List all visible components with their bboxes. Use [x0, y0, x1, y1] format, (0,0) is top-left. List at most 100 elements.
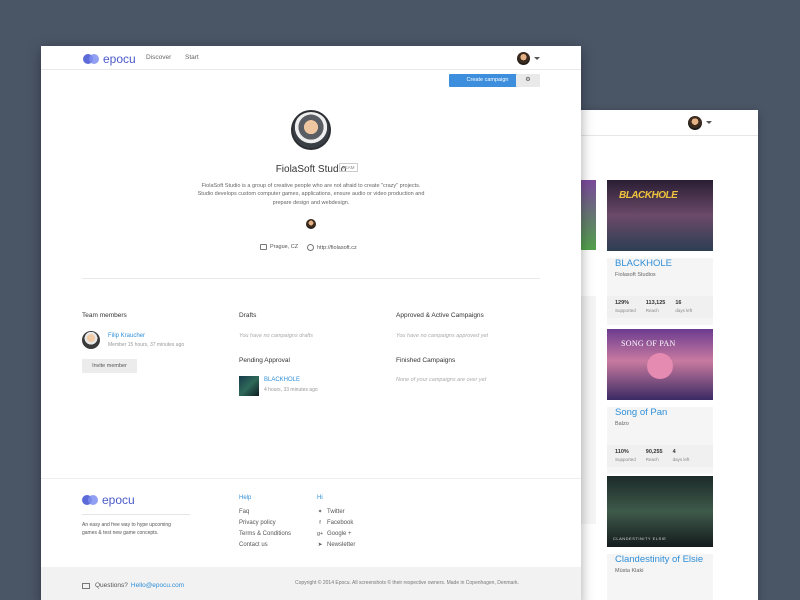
stat-label: Reach	[645, 308, 659, 313]
hi-title: Hi	[317, 495, 323, 501]
footer-logo-text: epocu	[102, 493, 135, 507]
campaign-image: BLACKHOLE	[607, 180, 713, 251]
bio-line: FiolaSoft Studio is a group of creative …	[201, 183, 421, 189]
logo-text: epocu	[103, 52, 136, 66]
user-avatar[interactable]	[517, 52, 530, 65]
member-name[interactable]: Filip Kraucher	[108, 333, 145, 339]
caret-down-icon[interactable]	[534, 57, 540, 60]
main-window: epocu Discover Start Create campaign ⚙ F…	[41, 46, 581, 600]
send-icon: ➤	[317, 542, 323, 548]
campaign-image: SONG OF PAN	[607, 329, 713, 400]
invite-member-button[interactable]: Invite member	[82, 359, 137, 373]
map-icon	[260, 244, 267, 250]
mail-icon	[82, 582, 90, 589]
bio-line: prepare design and webdesign.	[272, 199, 350, 206]
contact-email-link[interactable]: Hello@epocu.com	[131, 582, 184, 589]
settings-button[interactable]: ⚙	[516, 74, 540, 87]
team-members-title: Team members	[82, 312, 127, 319]
campaign-title[interactable]: Clandestinity of Elsie	[615, 554, 713, 565]
stat-value: 129%	[615, 300, 630, 306]
stat-label: Supported	[615, 457, 636, 462]
footer-description: An easy and free way to hype upcoming ga…	[82, 521, 171, 537]
questions-label: Questions?	[95, 582, 128, 589]
footer-divider	[82, 514, 190, 515]
twitter-link[interactable]: ✦ Twitter	[317, 509, 345, 515]
stat-value: 90,255	[645, 449, 663, 455]
facebook-label: Facebook	[327, 520, 354, 526]
campaign-studio: Balzo	[615, 421, 629, 427]
help-title: Help	[239, 495, 252, 501]
stat-value: 4	[672, 449, 676, 455]
faq-link[interactable]: Faq	[239, 509, 249, 515]
twitter-icon: ✦	[317, 509, 323, 515]
pending-campaign-title[interactable]: BLACKHOLE	[264, 377, 300, 383]
drafts-title: Drafts	[239, 312, 257, 319]
campaign-card[interactable]: CLANDESTINITY ELSIE Clandestinity of Els…	[607, 476, 713, 600]
newsletter-link[interactable]: ➤ Newsletter	[317, 542, 356, 548]
footer-desc-line: An easy and free way to hype upcoming	[82, 522, 171, 528]
pending-title: Pending Approval	[239, 357, 290, 364]
campaign-stats: 129% Supported 113,125 Reach 16 days left	[607, 296, 713, 318]
campaign-art-text: SONG OF PAN	[621, 339, 676, 348]
profile-name: FiolaSoft Studio	[275, 164, 347, 175]
copyright: Copyright © 2014 Epocu. All screenshots …	[295, 580, 519, 586]
globe-icon	[307, 244, 314, 251]
back-caret-down-icon[interactable]	[706, 121, 712, 124]
stat-value: 113,125	[645, 300, 666, 306]
logo-icon	[82, 494, 98, 506]
nav-start[interactable]: Start	[185, 54, 199, 61]
campaign-card[interactable]: BLACKHOLE BLACKHOLE Fiolasoft Studios 12…	[607, 180, 713, 325]
facebook-link[interactable]: f Facebook	[317, 520, 353, 526]
terms-link[interactable]: Terms & Conditions	[239, 531, 291, 537]
footer-desc-line: games & test new game concepts.	[82, 530, 159, 536]
website[interactable]: http://fiolasoft.cz	[307, 244, 357, 251]
campaign-card[interactable]: SONG OF PAN Song of Pan Balzo 110% Suppor…	[607, 329, 713, 474]
google-plus-icon: g+	[317, 531, 324, 537]
section-divider	[82, 278, 540, 279]
finished-empty: None of your campaigns are over yet	[396, 377, 487, 383]
pending-thumbnail[interactable]	[239, 376, 259, 396]
back-user-avatar[interactable]	[688, 116, 702, 130]
logo[interactable]: epocu	[83, 52, 136, 66]
twitter-label: Twitter	[327, 509, 345, 515]
profile-bio: FiolaSoft Studio is a group of creative …	[191, 182, 431, 207]
stat-label: days left	[675, 308, 693, 313]
team-badge: TEAM	[339, 163, 358, 172]
google-link[interactable]: g+ Google +	[317, 531, 352, 537]
newsletter-label: Newsletter	[327, 542, 356, 548]
contact-link[interactable]: Contact us	[239, 542, 268, 548]
campaign-art-text: CLANDESTINITY ELSIE	[613, 536, 667, 541]
gear-icon: ⚙	[525, 77, 531, 83]
facebook-icon: f	[319, 520, 321, 526]
stat-label: days left	[672, 457, 690, 462]
stat-label: Reach	[645, 457, 659, 462]
logo-icon	[83, 53, 99, 65]
background-window: BLACKHOLE BLACKHOLE Fiolasoft Studios 12…	[572, 110, 758, 600]
member-since: Member 15 hours, 37 minutes ago	[108, 342, 185, 348]
campaign-title[interactable]: Song of Pan	[615, 407, 713, 418]
privacy-link[interactable]: Privacy policy	[239, 520, 276, 526]
questions: Questions? Hello@epocu.com	[82, 582, 184, 589]
member-avatar-small[interactable]	[306, 219, 316, 229]
location-text: Prague, CZ	[270, 244, 299, 250]
stat-label: Supported	[615, 308, 636, 313]
google-label: Google +	[327, 531, 352, 537]
pending-campaign-time: 4 hours, 33 minutes ago	[264, 387, 318, 393]
nav-discover[interactable]: Discover	[146, 54, 171, 61]
campaign-stats: 110% Supported 90,255 Reach 4 days left	[607, 445, 713, 467]
location: Prague, CZ	[260, 244, 298, 250]
campaign-title[interactable]: BLACKHOLE	[615, 258, 713, 269]
profile-avatar	[291, 110, 331, 150]
member-avatar[interactable]	[82, 331, 100, 349]
top-navbar: epocu Discover Start	[41, 46, 581, 70]
drafts-empty: You have no campaigns drafts	[239, 333, 313, 339]
footer-logo[interactable]: epocu	[82, 493, 135, 507]
create-campaign-button[interactable]: Create campaign	[449, 74, 526, 87]
sun-shape	[647, 353, 673, 379]
finished-title: Finished Campaigns	[396, 357, 456, 364]
campaign-studio: Fiolasoft Studios	[615, 272, 656, 278]
stat-value: 16	[675, 300, 682, 306]
back-topbar	[572, 110, 758, 136]
website-link[interactable]: http://fiolasoft.cz	[317, 245, 357, 251]
campaign-image: CLANDESTINITY ELSIE	[607, 476, 713, 547]
